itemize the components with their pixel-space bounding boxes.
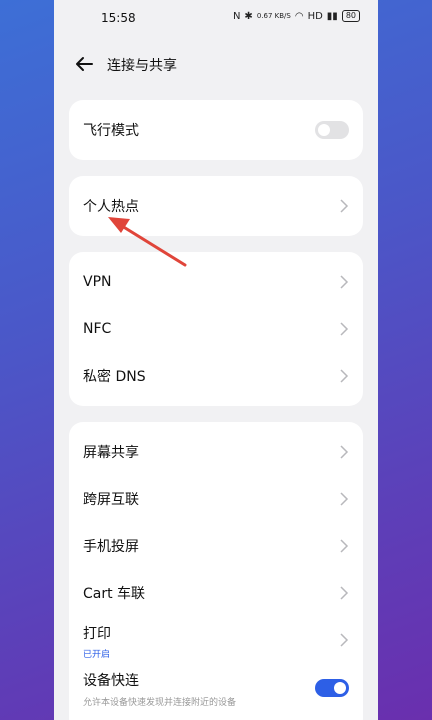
airplane-mode-toggle[interactable] [315,121,349,139]
chevron-right-icon [340,321,349,336]
chevron-right-icon [340,368,349,383]
signal-icon: ▮▮ [326,10,338,22]
bluetooth-icon: ✱ [244,10,253,22]
cross-screen-row[interactable]: 跨屏互联 [69,475,363,522]
screen-share-label: 屏幕共享 [83,444,139,461]
chevron-right-icon [340,199,349,213]
cross-screen-label: 跨屏互联 [83,491,139,508]
airplane-card: 飞行模式 [69,100,363,160]
net-speed: 0.67 KB/S [256,12,291,20]
phone-cast-label: 手机投屏 [83,538,139,555]
fast-connect-desc: 允许本设备快速发现并连接附近的设备 [83,698,237,708]
fast-connect-row[interactable]: 设备快连 允许本设备快速发现并连接附近的设备 [69,664,363,712]
vpn-row[interactable]: VPN [69,258,363,305]
nfc-icon: N [232,10,241,22]
fast-connect-toggle[interactable] [315,679,349,697]
hotspot-row[interactable]: 个人热点 [69,176,363,236]
wifi-icon: ◠ [294,10,304,22]
hotspot-card: 个人热点 [69,176,363,236]
airplane-mode-label: 飞行模式 [83,123,139,139]
status-time: 15:58 [101,11,136,25]
airplane-mode-row[interactable]: 飞行模式 [69,100,363,160]
carlink-label: Cart 车联 [83,585,146,602]
nfc-label: NFC [83,320,112,337]
page-title: 连接与共享 [107,58,177,74]
chevron-right-icon [340,274,349,289]
network-card: VPN NFC 私密 DNS [69,252,363,406]
status-icons: N ✱ 0.67 KB/S ◠ HD ▮▮ 80 [233,10,360,22]
back-arrow-icon[interactable] [72,52,96,76]
chevron-right-icon [340,444,349,459]
battery-icon: 80 [341,10,360,22]
share-card: 屏幕共享 跨屏互联 手机投屏 Cart 车联 打印 已开启 设备快连 允许本设备… [69,422,363,720]
hd-icon: HD [307,10,323,22]
screen-share-row[interactable]: 屏幕共享 [69,428,363,475]
carlink-row[interactable]: Cart 车联 [69,569,363,616]
phone-screen: 15:58 N ✱ 0.67 KB/S ◠ HD ▮▮ 80 连接与共享 飞行模… [54,0,378,720]
vpn-label: VPN [83,273,112,290]
fast-connect-label: 设备快连 [83,673,139,689]
private-dns-label: 私密 DNS [83,368,146,385]
hotspot-label: 个人热点 [83,199,139,215]
private-dns-row[interactable]: 私密 DNS [69,352,363,399]
status-bar: 15:58 N ✱ 0.67 KB/S ◠ HD ▮▮ 80 [54,0,378,40]
print-label: 打印 [83,626,111,642]
print-row[interactable]: 打印 已开启 [69,616,363,664]
page-header: 连接与共享 [54,44,378,84]
nfc-row[interactable]: NFC [69,305,363,352]
phone-cast-row[interactable]: 手机投屏 [69,522,363,569]
chevron-right-icon [340,491,349,506]
chevron-right-icon [340,585,349,600]
chevron-right-icon [340,538,349,553]
chevron-right-icon [340,633,349,647]
print-status: 已开启 [83,650,111,660]
